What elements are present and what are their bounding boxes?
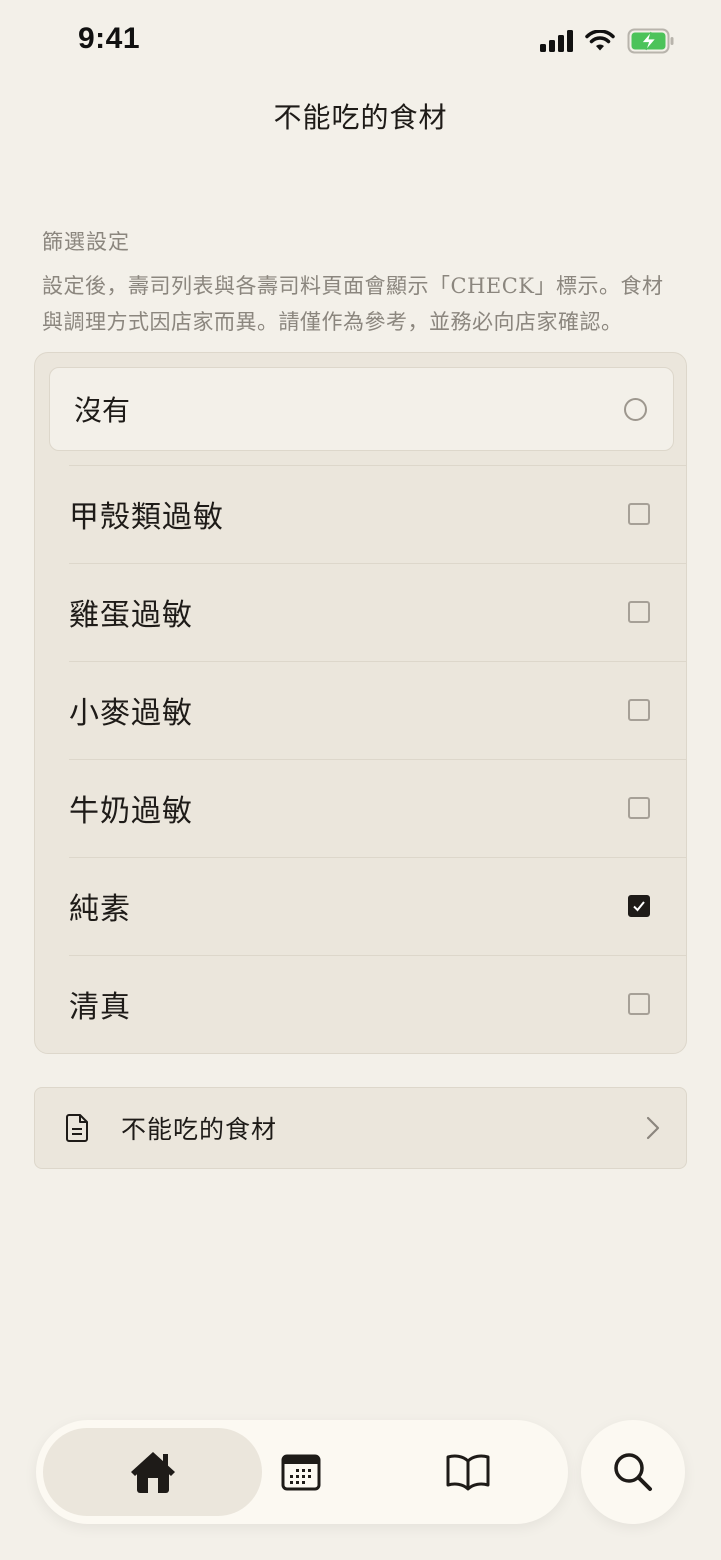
option-label: 牛奶過敏: [69, 794, 193, 829]
link-label: 不能吃的食材: [121, 1115, 278, 1144]
checkbox-icon[interactable]: [628, 503, 650, 525]
wifi-icon: [585, 30, 615, 51]
tab-book[interactable]: [403, 1420, 533, 1524]
option-label: 甲殼類過敏: [69, 500, 224, 535]
home-icon: [130, 1452, 175, 1493]
tab-calendar[interactable]: [236, 1420, 366, 1524]
option-wheat[interactable]: 小麥過敏: [35, 661, 686, 759]
option-list: 甲殼類過敏 雞蛋過敏 小麥過敏 牛奶過敏 純素 清真: [35, 465, 686, 1053]
status-bar: 9:41: [0, 0, 721, 80]
option-label: 清真: [69, 990, 131, 1025]
book-icon: [446, 1454, 490, 1491]
checkbox-icon[interactable]: [628, 601, 650, 623]
restricted-ingredients-link[interactable]: 不能吃的食材: [34, 1087, 687, 1169]
option-egg[interactable]: 雞蛋過敏: [35, 563, 686, 661]
option-shellfish[interactable]: 甲殼類過敏: [35, 465, 686, 563]
option-milk[interactable]: 牛奶過敏: [35, 759, 686, 857]
section-label: 篩選設定: [42, 230, 130, 254]
page-title: 不能吃的食材: [273, 101, 448, 134]
tab-home[interactable]: [43, 1420, 262, 1524]
option-none[interactable]: 沒有: [49, 367, 674, 451]
cellular-signal-icon: [540, 30, 573, 52]
checkbox-icon[interactable]: [628, 797, 650, 819]
search-icon: [614, 1453, 652, 1491]
option-label: 小麥過敏: [69, 696, 193, 731]
options-card: 沒有 甲殼類過敏 雞蛋過敏 小麥過敏 牛奶過敏 純素 清真: [34, 352, 687, 1054]
calendar-icon: [281, 1454, 321, 1491]
document-icon: [65, 1113, 91, 1143]
option-label: 雞蛋過敏: [69, 598, 193, 633]
option-halal[interactable]: 清真: [35, 955, 686, 1053]
checkbox-icon[interactable]: [628, 699, 650, 721]
option-vegan[interactable]: 純素: [35, 857, 686, 955]
section-description: 設定後，壽司列表與各壽司料頁面會顯示「CHECK」標示。食材與調理方式因店家而異…: [42, 274, 664, 334]
search-button[interactable]: [581, 1420, 685, 1524]
radio-circle-icon[interactable]: [624, 397, 647, 421]
checkbox-icon[interactable]: [628, 993, 650, 1015]
checkbox-checked-icon[interactable]: [628, 895, 650, 917]
chevron-right-icon: [646, 1116, 660, 1140]
battery-charging-icon: [627, 28, 674, 54]
status-time: 9:41: [78, 22, 141, 55]
option-none-label: 沒有: [74, 394, 131, 427]
status-icons: [540, 28, 675, 54]
option-label: 純素: [69, 892, 131, 927]
tab-bar: [36, 1420, 568, 1524]
